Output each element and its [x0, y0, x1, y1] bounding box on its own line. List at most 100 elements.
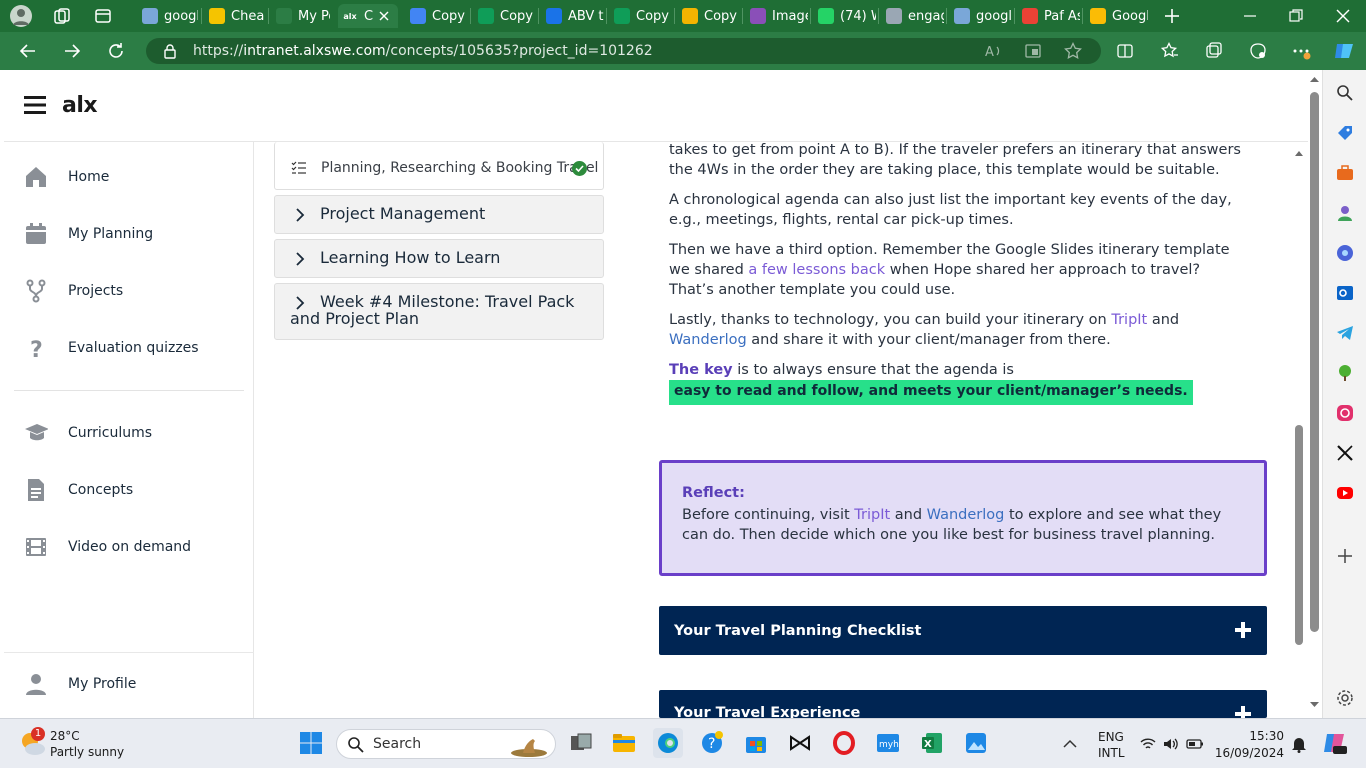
- copilot-preview-icon[interactable]: [1323, 731, 1347, 755]
- file-explorer-icon[interactable]: [609, 728, 639, 758]
- workspaces-icon[interactable]: [53, 7, 71, 25]
- add-sidebar-app-icon[interactable]: [1336, 547, 1354, 565]
- nav-item-curriculums[interactable]: Curriculums: [24, 419, 152, 447]
- browser-tab[interactable]: Copy c: [406, 4, 468, 28]
- browser-tab[interactable]: Googl: [1086, 4, 1148, 28]
- games-icon[interactable]: [1336, 204, 1354, 222]
- restore-button[interactable]: [1286, 6, 1306, 26]
- browser-tab[interactable]: ABV to: [542, 4, 604, 28]
- back-button[interactable]: [17, 40, 39, 62]
- accordion-section[interactable]: Week #4 Milestone: Travel Pack and Proje…: [274, 283, 604, 340]
- nav-item-projects[interactable]: Projects: [24, 277, 123, 305]
- wifi-icon[interactable]: [1140, 737, 1156, 751]
- tools-briefcase-icon[interactable]: [1336, 164, 1354, 182]
- photos-icon[interactable]: [961, 728, 991, 758]
- nav-item-evaluation-quizzes[interactable]: ? Evaluation quizzes: [24, 334, 199, 362]
- browser-tab[interactable]: alx C: [338, 4, 398, 28]
- sidebar-settings-gear-icon[interactable]: [1336, 689, 1354, 707]
- close-window-button[interactable]: [1333, 6, 1353, 26]
- favorite-star-icon[interactable]: [1064, 42, 1082, 60]
- edge-taskbar-icon[interactable]: [653, 728, 683, 758]
- new-tab-button[interactable]: [1162, 6, 1182, 26]
- copilot-icon[interactable]: [1333, 40, 1355, 62]
- reflect-link-wanderlog[interactable]: Wanderlog: [927, 507, 1005, 523]
- windows-start-icon[interactable]: [296, 728, 326, 758]
- link-a-few-lessons-back[interactable]: a few lessons back: [748, 262, 885, 278]
- browser-tab[interactable]: Copy c: [678, 4, 740, 28]
- browser-tab[interactable]: My Po: [272, 4, 330, 28]
- hamburger-menu-icon[interactable]: [24, 95, 46, 115]
- close-tab-icon[interactable]: [379, 11, 389, 21]
- browser-tab[interactable]: Cheap: [205, 4, 265, 28]
- browser-tab[interactable]: Copy c: [474, 4, 536, 28]
- lock-icon[interactable]: [162, 43, 178, 59]
- browser-tab[interactable]: Paf As: [1018, 4, 1080, 28]
- minimize-button[interactable]: [1240, 6, 1260, 26]
- telegram-icon[interactable]: [1336, 324, 1354, 342]
- browser-tab[interactable]: googl: [138, 4, 198, 28]
- app-available-icon[interactable]: [1024, 42, 1042, 60]
- page-scroll-up-icon[interactable]: [1309, 74, 1320, 84]
- weather-temp[interactable]: 28°C: [50, 729, 80, 743]
- nav-item-my-profile[interactable]: My Profile: [24, 670, 136, 698]
- browser-essentials-icon[interactable]: [1249, 42, 1267, 60]
- url-text[interactable]: https://intranet.alxswe.com/concepts/105…: [193, 43, 653, 59]
- x-twitter-icon[interactable]: [1336, 444, 1354, 462]
- favorites-icon[interactable]: [1161, 42, 1179, 60]
- tree-app-icon[interactable]: [1336, 364, 1354, 382]
- youtube-icon[interactable]: [1336, 484, 1354, 502]
- accordion-section[interactable]: Project Management: [274, 195, 604, 234]
- notification-bell-icon[interactable]: [1290, 735, 1308, 753]
- excel-icon[interactable]: X: [917, 728, 947, 758]
- outlook-icon[interactable]: [1336, 284, 1354, 302]
- travel-experience-toggle[interactable]: Your Travel Experience: [659, 690, 1267, 718]
- taskbar-search-box[interactable]: Search: [336, 729, 556, 759]
- nav-item-video-on-demand[interactable]: Video on demand: [24, 533, 191, 561]
- tab-actions-icon[interactable]: [94, 7, 112, 25]
- opera-icon[interactable]: [829, 728, 859, 758]
- nav-item-home[interactable]: Home: [24, 163, 109, 191]
- profile-avatar-icon[interactable]: [10, 5, 32, 27]
- forward-button[interactable]: [61, 40, 83, 62]
- task-view-icon[interactable]: [566, 728, 596, 758]
- accordion-current-item[interactable]: Planning, Researching & Booking Travel: [274, 142, 604, 190]
- browser-tab[interactable]: engag: [882, 4, 944, 28]
- keyboard-layout[interactable]: INTL: [1098, 746, 1125, 760]
- browser-tab[interactable]: googl: [950, 4, 1012, 28]
- capcut-icon[interactable]: [785, 728, 815, 758]
- split-screen-icon[interactable]: [1116, 42, 1134, 60]
- battery-icon[interactable]: [1186, 737, 1204, 751]
- language-code[interactable]: ENG: [1098, 730, 1124, 744]
- settings-more-icon[interactable]: [1292, 42, 1312, 60]
- page-scrollbar-thumb[interactable]: [1310, 92, 1319, 632]
- sidebar-search-icon[interactable]: [1336, 84, 1354, 102]
- instagram-icon[interactable]: [1336, 404, 1354, 422]
- show-hidden-icons-chevron-icon[interactable]: [1062, 737, 1078, 749]
- microsoft-store-icon[interactable]: [741, 728, 771, 758]
- link-tripit[interactable]: TripIt: [1111, 312, 1147, 328]
- browser-tab[interactable]: (74) W: [814, 4, 876, 28]
- nav-item-my-planning[interactable]: My Planning: [24, 220, 153, 248]
- browser-tab[interactable]: Image: [746, 4, 808, 28]
- refresh-button[interactable]: [105, 40, 127, 62]
- page-scroll-down-icon[interactable]: [1309, 700, 1320, 710]
- reflect-link-tripit[interactable]: TripIt: [854, 507, 890, 523]
- clock-time[interactable]: 15:30: [1222, 729, 1284, 743]
- copilot-sidebar-icon[interactable]: [1336, 244, 1354, 262]
- hp-app-icon[interactable]: myhp: [873, 728, 903, 758]
- link-wanderlog[interactable]: Wanderlog: [669, 332, 747, 348]
- accordion-section[interactable]: Learning How to Learn: [274, 239, 604, 278]
- travel-planning-checklist-toggle[interactable]: Your Travel Planning Checklist: [659, 606, 1267, 655]
- collections-icon[interactable]: [1205, 42, 1223, 60]
- alx-logo[interactable]: alx: [62, 93, 98, 118]
- inner-scroll-up-icon[interactable]: [1294, 148, 1304, 158]
- shopping-tag-icon[interactable]: [1336, 124, 1354, 142]
- nav-item-concepts[interactable]: Concepts: [24, 476, 133, 504]
- browser-tab[interactable]: Copy c: [610, 4, 672, 28]
- clock-date[interactable]: 16/09/2024: [1214, 746, 1284, 760]
- read-aloud-icon[interactable]: A: [984, 42, 1002, 60]
- help-icon[interactable]: ?: [697, 728, 727, 758]
- inner-scrollbar-thumb[interactable]: [1295, 425, 1303, 645]
- volume-icon[interactable]: [1163, 737, 1179, 751]
- weather-description[interactable]: Partly sunny: [50, 745, 124, 759]
